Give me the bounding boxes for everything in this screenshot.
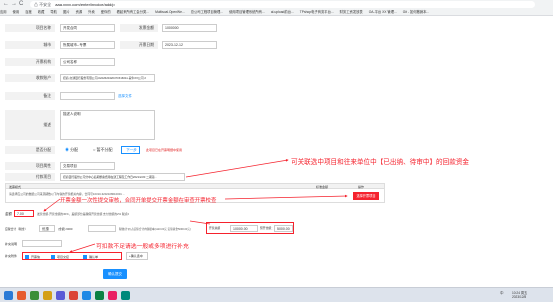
bookmark-item[interactable]: 使用 [13, 10, 20, 14]
address-bar[interactable]: ⚠ 不安全 aaa.xxxx.com/enter/invoice/add/p [30, 1, 535, 8]
back-icon[interactable]: ← [3, 0, 9, 8]
bookmark-item[interactable]: OA-平台 XX 管理... [369, 10, 397, 14]
browser-chrome: ← → C ⚠ 不安全 aaa.xxxx.com/enter/invoice/a… [0, 0, 553, 16]
bookmarks-bar: 应用 使用 百度 收藏 导航 图片 资源 外卖 爱你的 看起来所有工会分类... Multisoal… [0, 9, 553, 16]
app-icon[interactable] [108, 291, 117, 300]
forward-icon[interactable]: → [11, 0, 17, 8]
app-icon[interactable] [95, 291, 104, 300]
bookmark-item[interactable]: 收藏 [38, 10, 45, 14]
bookmark-item[interactable]: Git - 如何撤销本... [403, 10, 429, 14]
chrome-icon[interactable] [69, 291, 78, 300]
bookmark-item[interactable]: 应用 [0, 10, 7, 14]
bookmark-item[interactable]: 财务工资发放表 [340, 10, 363, 14]
url-text: aaa.xxxx.com/enter/invoice/add/p [55, 2, 115, 7]
os-taskbar: 中 10:24 周五 2023/12/8 [0, 287, 553, 302]
ime-indicator[interactable]: 中 [500, 291, 504, 296]
start-icon[interactable] [4, 291, 13, 300]
security-warning-icon[interactable]: ⚠ 不安全 [34, 2, 51, 7]
invoice-form-page: 项目名称 开发合同 发票金额 1000000 城市 所属城市--专票 开票日期 … [0, 16, 553, 287]
annotation-arrows [43, 158, 348, 253]
app-icon[interactable] [30, 291, 39, 300]
bookmark-item[interactable]: 图片 [63, 10, 70, 14]
bookmark-item[interactable]: 资源 [76, 10, 83, 14]
clock-date: 2023/12/8 [512, 295, 527, 299]
bookmark-item[interactable]: 百度 [25, 10, 32, 14]
arrow-to-attach [69, 243, 96, 253]
arrow-to-amount [43, 198, 61, 212]
bookmark-item[interactable]: TPshop电子商务平台... [300, 10, 334, 14]
arrow-to-total [189, 220, 211, 225]
reload-icon[interactable]: C [19, 0, 23, 8]
app-icon[interactable] [121, 291, 130, 300]
bookmark-item[interactable]: 看起来所有工会分类... [117, 10, 149, 14]
app-icon[interactable] [17, 291, 26, 300]
bookmark-item[interactable]: 导航 [50, 10, 57, 14]
bookmark-item[interactable]: 总公司工程项目管理... [191, 10, 223, 14]
app-icon[interactable] [56, 291, 65, 300]
arrow-to-select [224, 194, 348, 200]
bookmark-item[interactable]: 爱你的 [101, 10, 111, 14]
app-icon[interactable] [82, 291, 91, 300]
bookmark-item[interactable]: al-upload前台... [271, 10, 294, 14]
bookmark-item[interactable]: 使用项目管理系统所有... [229, 10, 265, 14]
bookmark-item[interactable]: 外卖 [88, 10, 95, 14]
folder-icon[interactable] [43, 291, 52, 300]
arrow-to-funds [185, 158, 289, 178]
bookmark-item[interactable]: Multisoal.OpenWe... [155, 10, 185, 14]
